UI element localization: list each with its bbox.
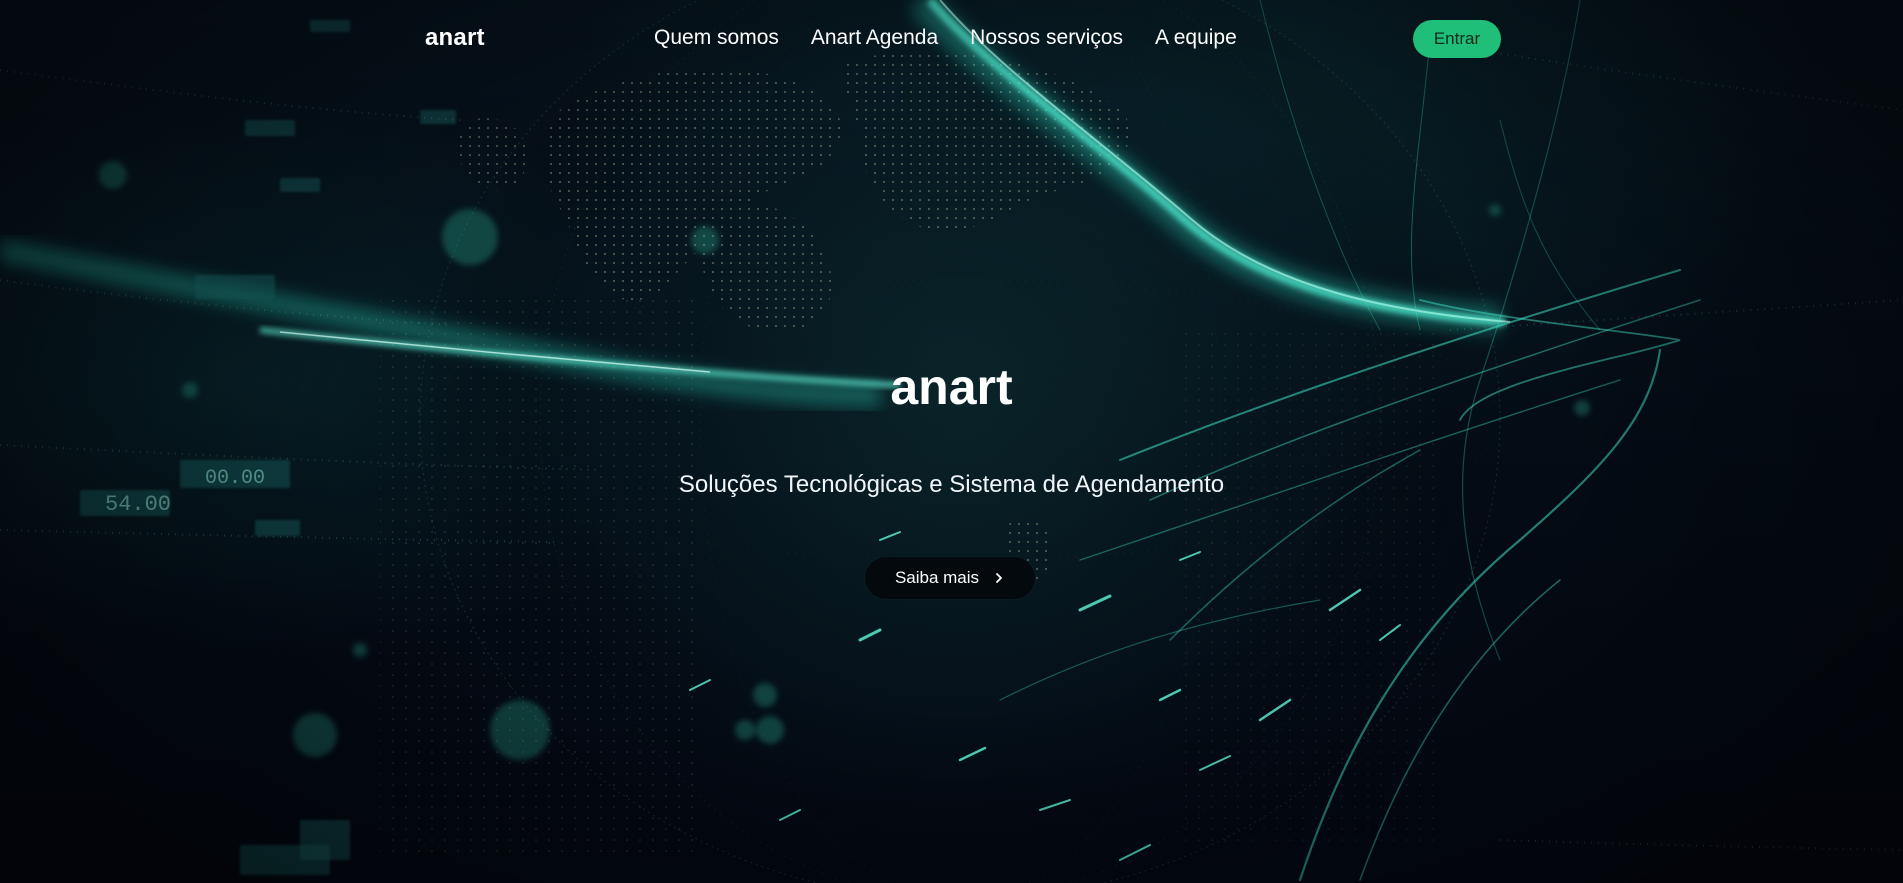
- nav-item-nossos-servicos: Nossos serviços: [970, 26, 1123, 50]
- learn-more-button[interactable]: Saiba mais: [865, 557, 1035, 599]
- chevron-right-icon: [996, 573, 1002, 583]
- nav-link-nossos-servicos[interactable]: Nossos serviços: [970, 26, 1123, 49]
- main-nav: Quem somos Anart Agenda Nossos serviços …: [654, 26, 1237, 50]
- top-navbar: anart Quem somos Anart Agenda Nossos ser…: [0, 0, 1903, 78]
- background-graphic: 54.00 00.00: [0, 0, 1903, 883]
- hero-subtitle: Soluções Tecnológicas e Sistema de Agend…: [678, 471, 1225, 498]
- hero-title: anart: [890, 359, 1013, 415]
- nav-link-anart-agenda[interactable]: Anart Agenda: [811, 26, 938, 49]
- learn-more-label: Saiba mais: [894, 568, 980, 587]
- nav-item-anart-agenda: Anart Agenda: [811, 26, 938, 50]
- nav-item-quem-somos: Quem somos: [654, 26, 779, 50]
- brand-logo[interactable]: anart: [425, 24, 485, 52]
- login-button[interactable]: Entrar: [1413, 20, 1501, 58]
- nav-link-quem-somos[interactable]: Quem somos: [654, 26, 779, 49]
- hero-section: 54.00 00.00 anart Quem somos Anart Agend…: [0, 0, 1903, 883]
- nav-item-a-equipe: A equipe: [1155, 26, 1237, 50]
- nav-link-a-equipe[interactable]: A equipe: [1155, 26, 1237, 49]
